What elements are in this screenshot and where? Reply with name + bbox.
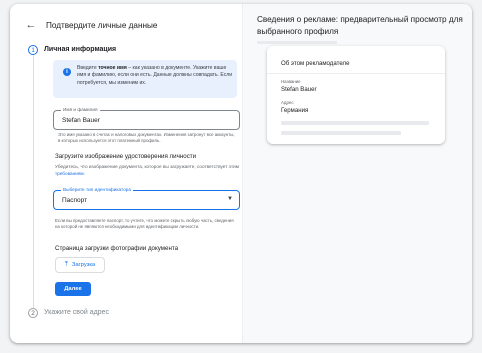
verification-card: ← Подтвердите личные данные 1 Личная инф…	[10, 4, 472, 343]
upload-icon: ⤒	[64, 261, 68, 268]
divider	[267, 73, 445, 74]
id-type-label: Выберите тип идентификатора	[61, 187, 133, 192]
ad-preview-panel: Сведения о рекламе: предварительный прос…	[242, 4, 472, 343]
placeholder-line	[257, 41, 337, 44]
id-type-select[interactable]: Выберите тип идентификатора Паспорт ▼	[53, 187, 240, 210]
stepper-line	[33, 52, 34, 308]
full-name-label: Имя и фамилия	[61, 107, 100, 112]
arrow-back-icon[interactable]: ←	[26, 19, 37, 31]
preview-title: Сведения о рекламе: предварительный прос…	[257, 15, 463, 36]
id-type-value[interactable]: Паспорт	[62, 197, 87, 204]
info-text: Введите точное имя – как указано в докум…	[77, 65, 233, 86]
step-2-number: 2	[28, 308, 38, 318]
form-panel: ← Подтвердите личные данные 1 Личная инф…	[10, 4, 242, 343]
info-notice: i Введите точное имя – как указано в док…	[53, 60, 237, 98]
header: ← Подтвердите личные данные	[26, 18, 158, 32]
dropdown-arrow-icon[interactable]: ▼	[227, 196, 233, 202]
step-1-number: 1	[28, 45, 38, 55]
placeholder-line	[281, 121, 429, 125]
next-button[interactable]: Далее	[55, 282, 91, 296]
id-upload-title: Загрузите изображение удостоверения личн…	[55, 153, 197, 160]
upload-button-label: Загрузка	[71, 262, 96, 268]
upload-button[interactable]: ⤒ Загрузка	[55, 257, 105, 273]
page-title: Подтвердите личные данные	[46, 20, 158, 30]
photo-upload-title: Страница загрузки фотографии документа	[55, 245, 179, 252]
id-type-help: Если вы предоставляете паспорт, то учтит…	[55, 218, 234, 229]
full-name-field[interactable]: Имя и фамилия Stefan Bauer	[53, 107, 240, 130]
placeholder-line	[281, 131, 401, 135]
advertiser-card: Об этом рекламодателе Название Stefan Ba…	[267, 46, 445, 144]
requirements-link[interactable]: требованиям.	[55, 171, 85, 176]
advertiser-address-label: Адрес	[281, 100, 294, 105]
step-2-label[interactable]: Укажите свой адрес	[44, 309, 109, 316]
step-1-label: Личная информация	[44, 46, 117, 53]
full-name-help: Это имя указано в счетах и налоговых док…	[58, 132, 235, 143]
full-name-value[interactable]: Stefan Bauer	[62, 117, 100, 124]
advertiser-name-value: Stefan Bauer	[281, 86, 317, 93]
info-icon: i	[63, 68, 71, 76]
advertiser-name-label: Название	[281, 79, 301, 84]
id-upload-description: Убедитесь, что изображение документа, ко…	[55, 164, 239, 176]
advertiser-address-value: Германия	[281, 107, 309, 114]
advertiser-card-title: Об этом рекламодателе	[281, 60, 350, 67]
